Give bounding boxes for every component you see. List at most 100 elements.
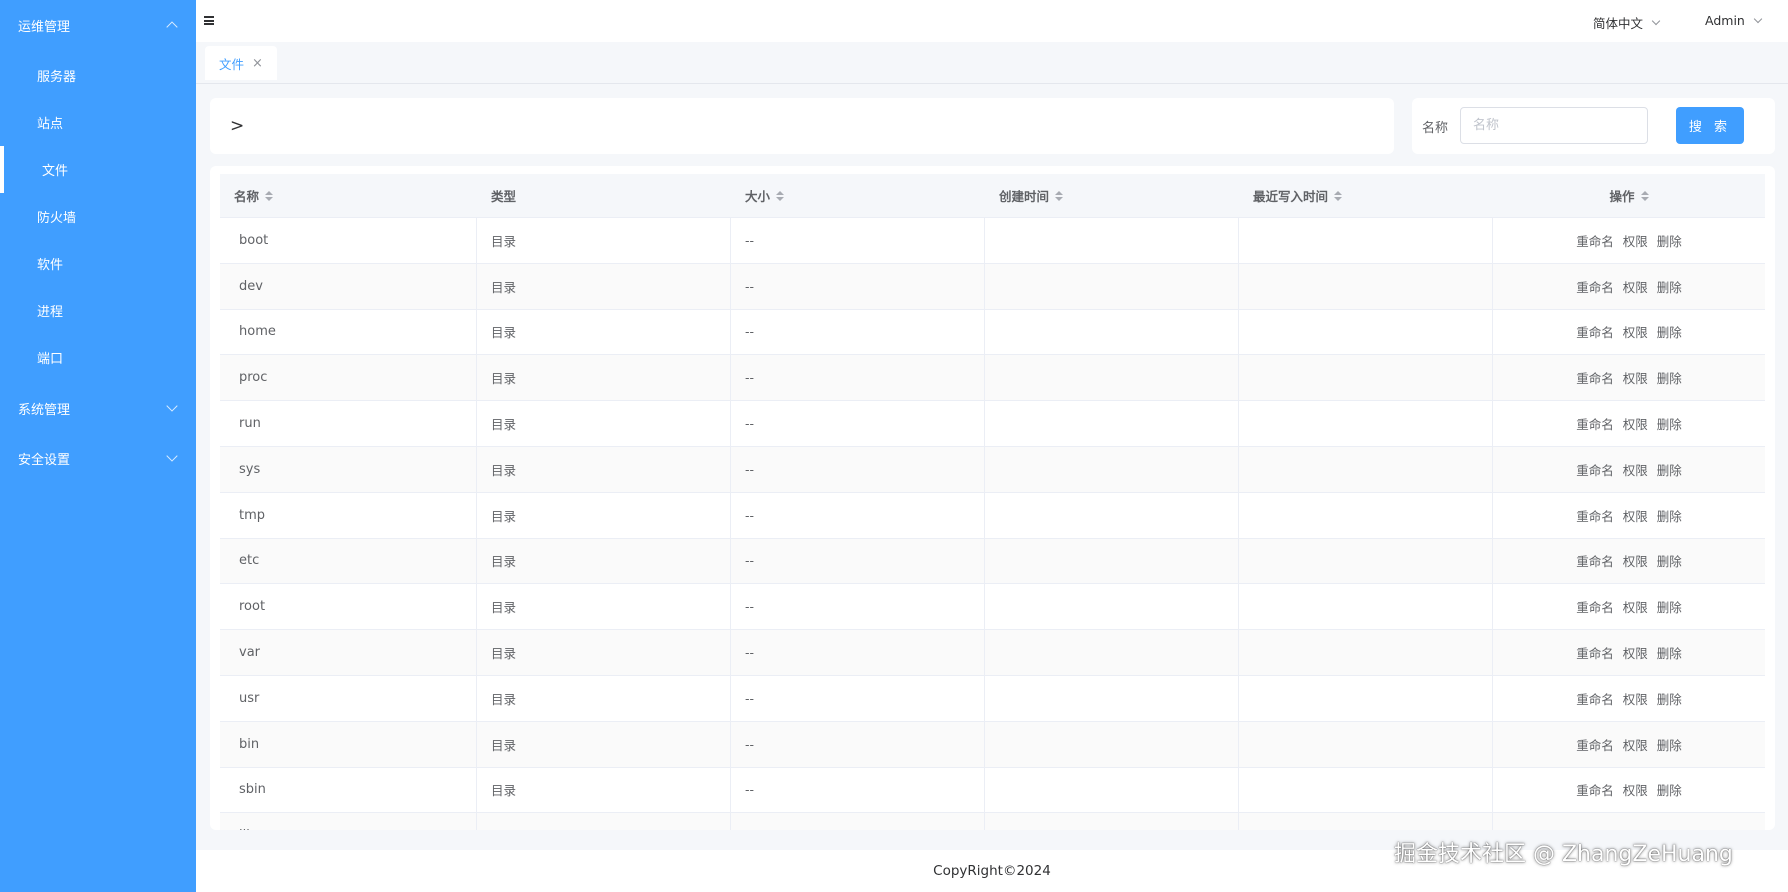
rename-button[interactable]: 重命名	[1576, 643, 1614, 662]
table-row[interactable]: run 目录 -- 重命名 权限 删除	[220, 401, 1765, 447]
delete-button[interactable]: 删除	[1657, 780, 1682, 799]
search-input[interactable]	[1460, 107, 1648, 144]
delete-button[interactable]: 删除	[1657, 322, 1682, 341]
column-header-created[interactable]: 创建时间	[985, 174, 1239, 217]
cell-name[interactable]: usr	[220, 675, 477, 721]
permission-button[interactable]: 权限	[1623, 551, 1648, 570]
menu-group-system[interactable]: 系统管理	[0, 383, 196, 433]
column-header-modified[interactable]: 最近写入时间	[1239, 174, 1493, 217]
permission-button[interactable]: 权限	[1623, 735, 1648, 754]
delete-button[interactable]: 删除	[1657, 460, 1682, 479]
table-row[interactable]: proc 目录 -- 重命名 权限 删除	[220, 355, 1765, 402]
permission-button[interactable]: 权限	[1623, 780, 1648, 799]
rename-button[interactable]: 重命名	[1576, 735, 1614, 754]
delete-button[interactable]: 删除	[1657, 826, 1682, 830]
rename-button[interactable]: 重命名	[1576, 368, 1614, 387]
sidebar-item-port[interactable]: 端口	[0, 334, 196, 381]
close-icon[interactable]: ×	[252, 56, 263, 71]
table-row[interactable]: sbin 目录 -- 重命名 权限 删除	[220, 767, 1765, 814]
cell-name[interactable]: boot	[220, 218, 477, 263]
cell-name[interactable]: dev	[220, 263, 477, 309]
delete-button[interactable]: 删除	[1657, 506, 1682, 525]
permission-button[interactable]: 权限	[1623, 460, 1648, 479]
sort-icon[interactable]	[776, 190, 785, 201]
delete-button[interactable]: 删除	[1657, 231, 1682, 250]
cell-name[interactable]: home	[220, 309, 477, 355]
menu-group-ops[interactable]: 运维管理	[0, 0, 196, 50]
language-dropdown[interactable]: 简体中文	[1593, 13, 1661, 32]
delete-button[interactable]: 删除	[1657, 368, 1682, 387]
tab-file[interactable]: 文件 ×	[205, 46, 277, 80]
sidebar-item-process[interactable]: 进程	[0, 287, 196, 334]
table-row[interactable]: etc 目录 -- 重命名 权限 删除	[220, 538, 1765, 585]
cell-name[interactable]: var	[220, 630, 477, 675]
rename-button[interactable]: 重命名	[1576, 597, 1614, 616]
sort-icon[interactable]	[1055, 190, 1064, 201]
permission-button[interactable]: 权限	[1623, 826, 1648, 830]
sort-icon[interactable]	[265, 190, 274, 201]
cell-name[interactable]: tmp	[220, 492, 477, 538]
delete-button[interactable]: 删除	[1657, 414, 1682, 433]
sidebar-item-site[interactable]: 站点	[0, 99, 196, 146]
column-header-name[interactable]: 名称	[220, 174, 477, 217]
delete-button[interactable]: 删除	[1657, 597, 1682, 616]
permission-button[interactable]: 权限	[1623, 643, 1648, 662]
menu-toggle-icon[interactable]	[204, 16, 214, 25]
rename-button[interactable]: 重命名	[1576, 826, 1614, 830]
delete-button[interactable]: 删除	[1657, 551, 1682, 570]
sidebar-item-firewall[interactable]: 防火墙	[0, 193, 196, 240]
user-dropdown[interactable]: Admin	[1705, 13, 1763, 28]
permission-button[interactable]: 权限	[1623, 277, 1648, 296]
cell-modified	[1239, 218, 1493, 263]
column-header-size[interactable]: 大小	[731, 174, 985, 217]
cell-name[interactable]: run	[220, 401, 477, 446]
copyright-text: CopyRight©2024	[933, 863, 1051, 879]
delete-button[interactable]: 删除	[1657, 277, 1682, 296]
rename-button[interactable]: 重命名	[1576, 414, 1614, 433]
permission-button[interactable]: 权限	[1623, 689, 1648, 708]
delete-button[interactable]: 删除	[1657, 735, 1682, 754]
table-row[interactable]: lib目录-- 重命名 权限 删除	[220, 813, 1765, 830]
table-row[interactable]: dev 目录 -- 重命名 权限 删除	[220, 263, 1765, 310]
table-row[interactable]: bin 目录 -- 重命名 权限 删除	[220, 721, 1765, 768]
rename-button[interactable]: 重命名	[1576, 551, 1614, 570]
cell-name[interactable]: proc	[220, 355, 477, 401]
column-header-actions[interactable]: 操作	[1493, 174, 1765, 217]
table-row[interactable]: root 目录 -- 重命名 权限 删除	[220, 584, 1765, 631]
sort-icon[interactable]	[1334, 190, 1343, 201]
sidebar-item-software[interactable]: 软件	[0, 240, 196, 287]
permission-button[interactable]: 权限	[1623, 231, 1648, 250]
delete-button[interactable]: 删除	[1657, 643, 1682, 662]
permission-button[interactable]: 权限	[1623, 368, 1648, 387]
table-row[interactable]: boot 目录 -- 重命名 权限 删除	[220, 218, 1765, 264]
table-row[interactable]: home 目录 -- 重命名 权限 删除	[220, 309, 1765, 356]
sidebar-item-server[interactable]: 服务器	[0, 52, 196, 99]
permission-button[interactable]: 权限	[1623, 322, 1648, 341]
search-button[interactable]: 搜 索	[1676, 107, 1744, 144]
path-separator[interactable]: >	[230, 116, 244, 136]
rename-button[interactable]: 重命名	[1576, 506, 1614, 525]
sidebar-item-file[interactable]: 文件	[0, 146, 196, 193]
cell-name[interactable]: sbin	[220, 767, 477, 813]
rename-button[interactable]: 重命名	[1576, 689, 1614, 708]
table-row[interactable]: var 目录 -- 重命名 权限 删除	[220, 630, 1765, 676]
table-row[interactable]: tmp 目录 -- 重命名 权限 删除	[220, 492, 1765, 539]
rename-button[interactable]: 重命名	[1576, 231, 1614, 250]
table-row[interactable]: usr 目录 -- 重命名 权限 删除	[220, 675, 1765, 722]
sort-icon[interactable]	[1640, 190, 1649, 201]
rename-button[interactable]: 重命名	[1576, 277, 1614, 296]
permission-button[interactable]: 权限	[1623, 597, 1648, 616]
cell-name[interactable]: lib	[220, 813, 477, 830]
menu-group-security[interactable]: 安全设置	[0, 433, 196, 483]
table-row[interactable]: sys 目录 -- 重命名 权限 删除	[220, 446, 1765, 493]
delete-button[interactable]: 删除	[1657, 689, 1682, 708]
permission-button[interactable]: 权限	[1623, 506, 1648, 525]
cell-name[interactable]: root	[220, 584, 477, 630]
rename-button[interactable]: 重命名	[1576, 322, 1614, 341]
cell-name[interactable]: sys	[220, 446, 477, 492]
cell-name[interactable]: etc	[220, 538, 477, 584]
permission-button[interactable]: 权限	[1623, 414, 1648, 433]
rename-button[interactable]: 重命名	[1576, 780, 1614, 799]
rename-button[interactable]: 重命名	[1576, 460, 1614, 479]
cell-name[interactable]: bin	[220, 721, 477, 767]
